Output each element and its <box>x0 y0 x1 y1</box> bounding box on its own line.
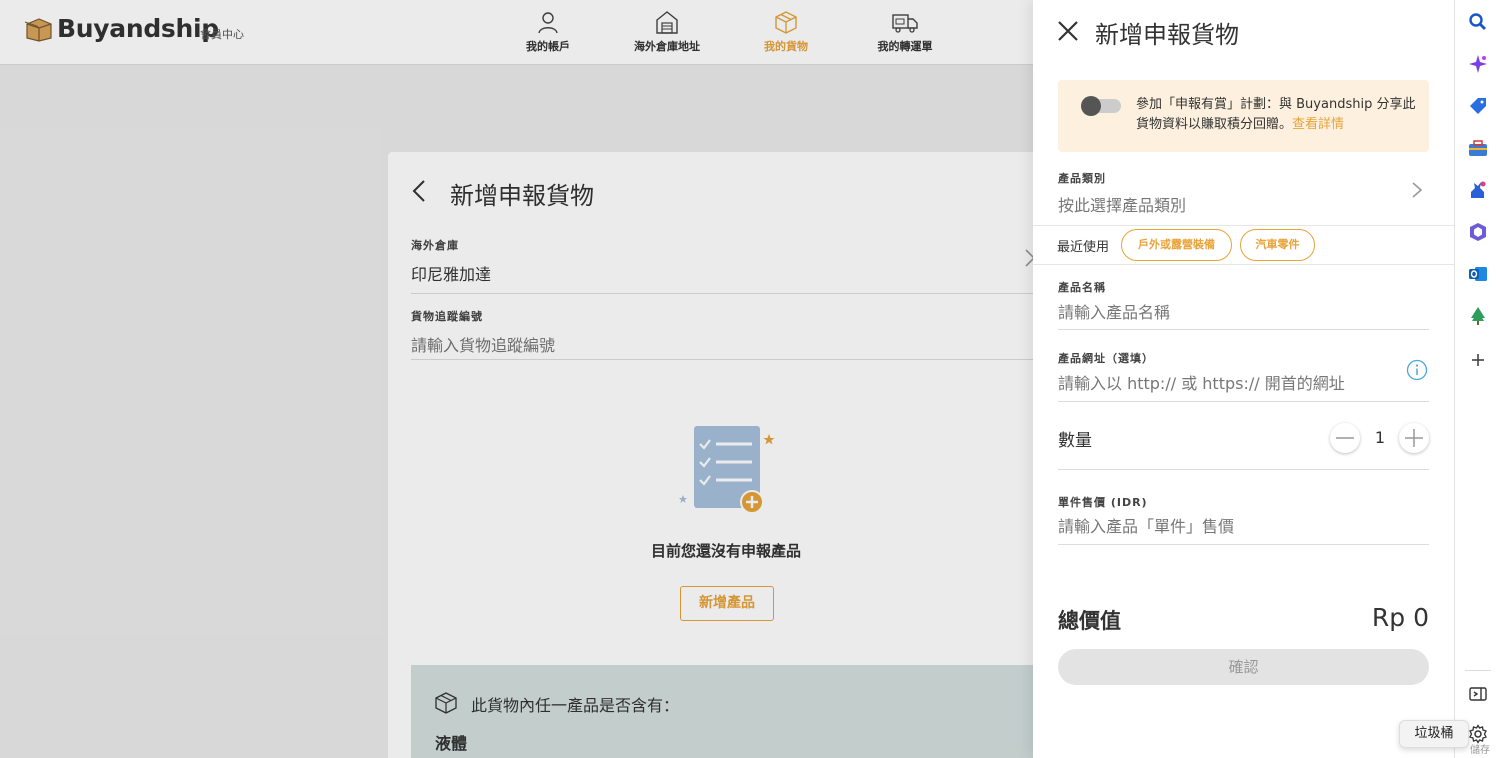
box-icon <box>435 692 457 714</box>
toolbox-icon[interactable] <box>1468 138 1488 158</box>
declare-package-card: 新增申報貨物 海外倉庫 印尼雅加達 貨物追蹤編號 請輸入貨物追蹤編號 目前您還沒… <box>388 152 1088 758</box>
total-value-amount: Rp 0 <box>1371 603 1429 632</box>
nav-my-packages[interactable]: 我的貨物 <box>731 10 841 54</box>
divider <box>1058 401 1429 402</box>
nav-label: 海外倉庫地址 <box>634 40 700 53</box>
unit-price-input[interactable]: 請輸入產品「單件」售價 <box>1058 513 1234 537</box>
back-arrow-icon[interactable] <box>410 179 428 203</box>
product-url-input[interactable]: 請輸入以 http:// 或 https:// 開首的網址 <box>1058 370 1345 394</box>
copilot-icon[interactable] <box>1468 54 1488 74</box>
tracking-label: 貨物追蹤編號 <box>411 310 483 323</box>
tracking-placeholder: 請輸入貨物追蹤編號 <box>411 336 556 355</box>
office-icon[interactable] <box>1468 222 1488 242</box>
warehouse-icon <box>656 11 678 34</box>
sidebar-separator <box>1465 670 1491 671</box>
tree-icon[interactable] <box>1468 306 1488 326</box>
toggle-knob <box>1081 96 1101 116</box>
trash-tooltip: 垃圾桶 <box>1399 720 1469 748</box>
card-title: 新增申報貨物 <box>450 182 594 210</box>
product-url-label: 產品網址（選填） <box>1058 352 1154 365</box>
restricted-items-notice: 此貨物內任一產品是否含有： 液體 <box>411 665 1071 758</box>
chevron-right-icon[interactable] <box>1411 181 1423 199</box>
unit-price-label: 單件售價 (IDR) <box>1058 496 1148 509</box>
close-icon[interactable] <box>1057 20 1079 42</box>
nav-consolidation-orders[interactable]: 我的轉運單 <box>850 10 960 54</box>
info-icon[interactable] <box>1406 359 1428 381</box>
outlook-icon[interactable] <box>1468 264 1488 284</box>
notice-item-liquid: 液體 <box>435 734 468 753</box>
brand-logo[interactable]: Buyandship <box>24 14 219 43</box>
product-name-label: 產品名稱 <box>1058 281 1106 294</box>
shopping-tag-icon[interactable] <box>1468 96 1488 116</box>
add-product-button[interactable]: 新增產品 <box>680 586 774 621</box>
nav-warehouse-address[interactable]: 海外倉庫地址 <box>612 10 722 54</box>
recent-chip-outdoor[interactable]: 戶外或露營裝備 <box>1121 229 1232 261</box>
warehouse-value: 印尼雅加達 <box>411 265 492 284</box>
divider <box>1033 264 1454 265</box>
quantity-decrease-button[interactable] <box>1330 423 1360 453</box>
quantity-value[interactable]: 1 <box>1371 428 1389 447</box>
quantity-increase-button[interactable] <box>1399 423 1429 453</box>
reward-program-banner: 參加「申報有賞」計劃：與 Buyandship 分享此貨物資料以賺取積分回贈。查… <box>1058 80 1429 152</box>
divider <box>1033 225 1454 226</box>
games-icon[interactable] <box>1468 180 1488 200</box>
total-value-label: 總價值 <box>1058 609 1121 633</box>
truck-icon <box>892 14 918 33</box>
reward-program-toggle[interactable] <box>1081 96 1121 116</box>
save-label: 儲存 <box>1470 745 1490 756</box>
package-icon <box>775 11 797 34</box>
promo-description: 參加「申報有賞」計劃：與 Buyandship 分享此貨物資料以賺取積分回贈。 <box>1136 97 1416 132</box>
panel-title: 新增申報貨物 <box>1095 21 1239 49</box>
confirm-button[interactable]: 確認 <box>1058 649 1429 685</box>
promo-details-link[interactable]: 查看詳情 <box>1292 117 1344 132</box>
browser-sidebar <box>1454 0 1500 758</box>
quantity-label: 數量 <box>1058 431 1092 451</box>
nav-label: 我的轉運單 <box>877 40 933 53</box>
document-checklist-icon <box>679 426 775 514</box>
category-select[interactable]: 按此選擇產品類別 <box>1058 192 1186 216</box>
recent-chip-auto-parts[interactable]: 汽車零件 <box>1240 229 1315 261</box>
brand-name: Buyandship <box>57 14 219 43</box>
nav-label: 我的貨物 <box>764 40 808 53</box>
warehouse-field[interactable]: 海外倉庫 印尼雅加達 <box>411 237 1051 294</box>
user-icon <box>538 12 558 34</box>
warehouse-label: 海外倉庫 <box>411 239 459 252</box>
category-label: 產品類別 <box>1058 172 1106 185</box>
nav-label: 我的帳戶 <box>526 40 570 53</box>
divider <box>1058 544 1429 545</box>
sidebar-toggle-icon[interactable] <box>1468 684 1488 704</box>
recent-label: 最近使用 <box>1057 240 1110 255</box>
minus-icon <box>1336 437 1354 439</box>
notice-question: 此貨物內任一產品是否含有： <box>471 696 680 715</box>
plus-icon <box>1405 429 1423 447</box>
divider <box>1058 469 1429 470</box>
add-icon[interactable] <box>1468 350 1488 370</box>
promo-text: 參加「申報有賞」計劃：與 Buyandship 分享此貨物資料以賺取積分回贈。查… <box>1136 95 1416 135</box>
product-name-input[interactable]: 請輸入產品名稱 <box>1058 299 1170 323</box>
divider <box>1058 329 1429 330</box>
search-icon[interactable] <box>1468 12 1488 32</box>
tracking-number-field[interactable]: 貨物追蹤編號 請輸入貨物追蹤編號 <box>411 308 1051 360</box>
nav-my-account[interactable]: 我的帳戶 <box>493 10 603 54</box>
member-center-label: 會員中心 <box>200 28 244 41</box>
add-product-panel: 新增申報貨物 參加「申報有賞」計劃：與 Buyandship 分享此貨物資料以賺… <box>1033 0 1454 758</box>
box-logo-icon <box>24 17 52 42</box>
empty-state-text: 目前您還沒有申報產品 <box>650 542 801 560</box>
